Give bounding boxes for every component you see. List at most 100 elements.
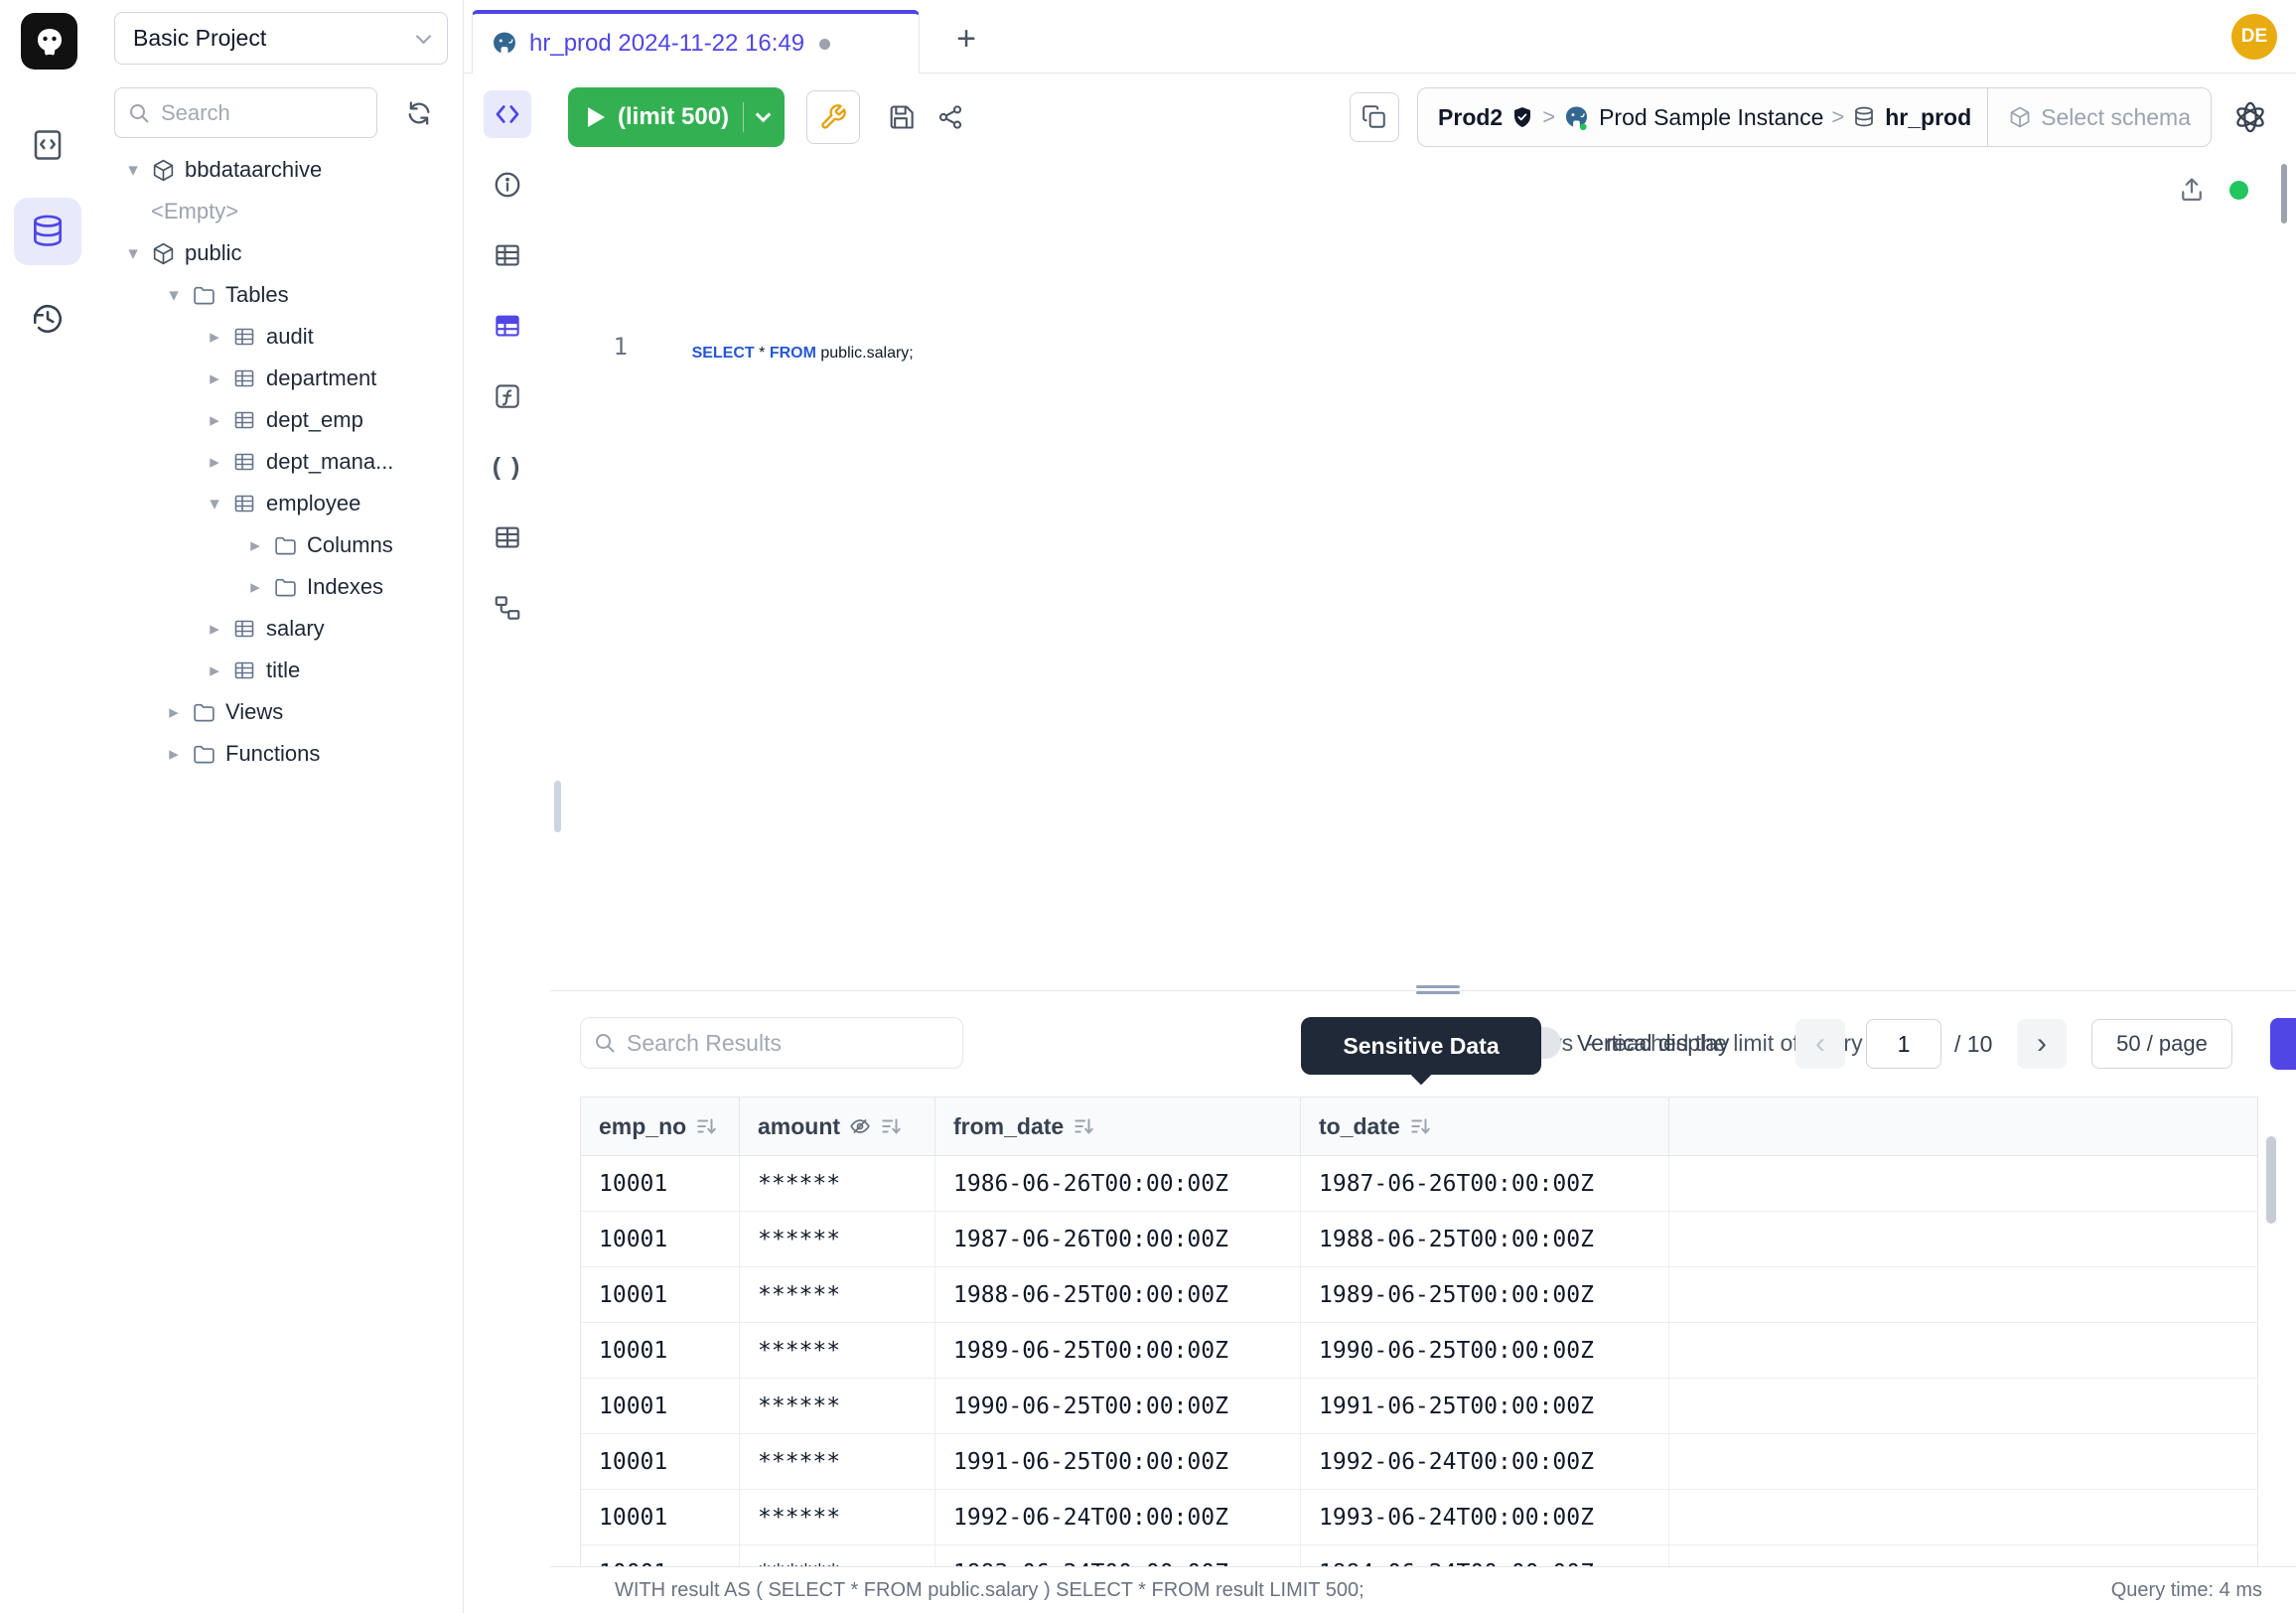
table-row[interactable]: 10001******1988-06-25T00:00:00Z1989-06-2… xyxy=(581,1267,2257,1323)
masked-column-eye-off-icon[interactable] xyxy=(849,1115,871,1137)
format-sql-button[interactable] xyxy=(806,90,860,144)
results-scrollbar[interactable] xyxy=(2266,1136,2276,1224)
function-icon[interactable] xyxy=(484,372,531,420)
parentheses-icon[interactable]: ( ) xyxy=(484,443,531,491)
prev-page-button[interactable]: ‹ xyxy=(1795,1019,1845,1069)
duplicate-sheet-button[interactable] xyxy=(1350,92,1399,142)
table-row[interactable]: 10001******1991-06-25T00:00:00Z1992-06-2… xyxy=(581,1434,2257,1490)
upload-icon[interactable] xyxy=(2178,176,2206,204)
tree-item-tables[interactable]: ▾Tables xyxy=(95,274,463,316)
table-info-icon[interactable] xyxy=(484,231,531,279)
sort-icon[interactable] xyxy=(880,1115,902,1137)
table-row[interactable]: 10001******1992-06-24T00:00:00Z1993-06-2… xyxy=(581,1490,2257,1545)
caret-right-icon[interactable]: ▸ xyxy=(164,743,184,766)
next-page-button[interactable]: › xyxy=(2017,1019,2067,1069)
table-cell[interactable]: ****** xyxy=(740,1434,935,1489)
worksheet-tab[interactable]: hr_prod 2024-11-22 16:49 xyxy=(472,10,920,73)
table-cell[interactable]: 1988-06-25T00:00:00Z xyxy=(1301,1212,1669,1266)
table-row[interactable]: 10001******1990-06-25T00:00:00Z1991-06-2… xyxy=(581,1379,2257,1434)
caret-right-icon[interactable]: ▸ xyxy=(205,367,224,390)
caret-right-icon[interactable]: ▸ xyxy=(205,409,224,432)
page-number-input[interactable] xyxy=(1866,1019,1941,1069)
caret-down-icon[interactable]: ▾ xyxy=(205,493,224,515)
info-icon[interactable] xyxy=(484,161,531,209)
select-schema-button[interactable]: Select schema xyxy=(1987,88,2211,146)
table-cell[interactable]: 10001 xyxy=(581,1434,740,1489)
table-cell[interactable]: 1992-06-24T00:00:00Z xyxy=(1301,1434,1669,1489)
sort-icon[interactable] xyxy=(1073,1115,1094,1137)
table-cell[interactable]: 1994-06-24T00:00:00Z xyxy=(1301,1545,1669,1567)
column-header-to_date[interactable]: to_date xyxy=(1301,1098,1669,1155)
table-cell[interactable]: 1991-06-25T00:00:00Z xyxy=(935,1434,1301,1489)
sample-data-icon[interactable] xyxy=(484,302,531,350)
table-cell[interactable]: 1986-06-26T00:00:00Z xyxy=(935,1156,1301,1211)
tree-item-columns[interactable]: ▸Columns xyxy=(95,524,463,566)
table-cell[interactable]: ****** xyxy=(740,1267,935,1322)
run-query-button[interactable]: (limit 500) xyxy=(568,87,785,147)
table-cell[interactable]: 1989-06-25T00:00:00Z xyxy=(935,1323,1301,1378)
sidebar-resize-handle[interactable] xyxy=(554,781,561,832)
tree-item-bbdataarchive[interactable]: ▾bbdataarchive xyxy=(95,149,463,191)
database-icon[interactable] xyxy=(14,198,81,265)
column-header-emp_no[interactable]: emp_no xyxy=(581,1098,740,1155)
caret-right-icon[interactable]: ▸ xyxy=(205,451,224,474)
tree-item-functions[interactable]: ▸Functions xyxy=(95,733,463,775)
page-size-select[interactable]: 50 / page xyxy=(2091,1019,2232,1069)
caret-down-icon[interactable]: ▾ xyxy=(123,242,143,265)
side-drawer-strip[interactable] xyxy=(2270,1018,2296,1070)
table-row[interactable]: 10001******1993-06-24T00:00:00Z1994-06-2… xyxy=(581,1545,2257,1567)
sync-schema-icon[interactable] xyxy=(395,89,443,137)
table-cell[interactable]: ****** xyxy=(740,1379,935,1433)
table-cell[interactable]: 10001 xyxy=(581,1212,740,1266)
caret-right-icon[interactable]: ▸ xyxy=(205,618,224,641)
table-cell[interactable]: 1990-06-25T00:00:00Z xyxy=(935,1379,1301,1433)
caret-right-icon[interactable]: ▸ xyxy=(164,701,184,724)
table-cell[interactable]: 10001 xyxy=(581,1267,740,1322)
tree-item-salary[interactable]: ▸salary xyxy=(95,608,463,650)
table-cell[interactable]: 10001 xyxy=(581,1490,740,1544)
sort-icon[interactable] xyxy=(695,1115,717,1137)
tree-item-department[interactable]: ▸department xyxy=(95,358,463,399)
tree-item-indexes[interactable]: ▸Indexes xyxy=(95,566,463,608)
schema-diagram-icon[interactable] xyxy=(484,584,531,632)
history-icon[interactable] xyxy=(14,285,81,353)
tree-item-dept-mana[interactable]: ▸dept_mana... xyxy=(95,441,463,483)
sql-editor[interactable]: 1 SELECT * FROM public.salary; xyxy=(550,152,2296,990)
table-cell[interactable]: 1987-06-26T00:00:00Z xyxy=(1301,1156,1669,1211)
results-search-input[interactable] xyxy=(627,1030,925,1057)
table-cell[interactable]: 1988-06-25T00:00:00Z xyxy=(935,1267,1301,1322)
table-cell[interactable]: ****** xyxy=(740,1490,935,1544)
user-avatar[interactable]: DE xyxy=(2231,14,2277,60)
sort-icon[interactable] xyxy=(1409,1115,1431,1137)
caret-down-icon[interactable]: ▾ xyxy=(164,284,184,307)
table-cell[interactable]: 10001 xyxy=(581,1156,740,1211)
grid-icon[interactable] xyxy=(484,513,531,561)
tree-item-title[interactable]: ▸title xyxy=(95,650,463,691)
table-cell[interactable]: 1991-06-25T00:00:00Z xyxy=(1301,1379,1669,1433)
tree-item-audit[interactable]: ▸audit xyxy=(95,316,463,358)
tree-item-dept-emp[interactable]: ▸dept_emp xyxy=(95,399,463,441)
table-cell[interactable]: ****** xyxy=(740,1156,935,1211)
table-cell[interactable]: 10001 xyxy=(581,1323,740,1378)
new-tab-button[interactable]: + xyxy=(943,16,989,62)
caret-right-icon[interactable]: ▸ xyxy=(245,576,265,599)
table-row[interactable]: 10001******1989-06-25T00:00:00Z1990-06-2… xyxy=(581,1323,2257,1379)
table-cell[interactable]: 1989-06-25T00:00:00Z xyxy=(1301,1267,1669,1322)
table-cell[interactable]: 1987-06-26T00:00:00Z xyxy=(935,1212,1301,1266)
project-selector[interactable]: Basic Project xyxy=(114,12,448,65)
table-cell[interactable]: 10001 xyxy=(581,1379,740,1433)
table-cell[interactable]: 1990-06-25T00:00:00Z xyxy=(1301,1323,1669,1378)
caret-right-icon[interactable]: ▸ xyxy=(205,326,224,349)
share-sheet-button[interactable] xyxy=(926,92,975,142)
table-row[interactable]: 10001******1987-06-26T00:00:00Z1988-06-2… xyxy=(581,1212,2257,1267)
sql-editor-panel-icon[interactable] xyxy=(484,90,531,138)
tree-item-views[interactable]: ▸Views xyxy=(95,691,463,733)
table-cell[interactable]: 1992-06-24T00:00:00Z xyxy=(935,1490,1301,1544)
table-cell[interactable]: ****** xyxy=(740,1545,935,1567)
editor-scrollbar[interactable] xyxy=(2281,164,2287,223)
panel-resize-handle[interactable] xyxy=(1416,983,1460,996)
caret-down-icon[interactable]: ▾ xyxy=(123,159,143,182)
instance-breadcrumb-item[interactable]: Prod Sample Instance xyxy=(1563,104,1823,131)
caret-right-icon[interactable]: ▸ xyxy=(205,660,224,682)
caret-right-icon[interactable]: ▸ xyxy=(245,534,265,557)
